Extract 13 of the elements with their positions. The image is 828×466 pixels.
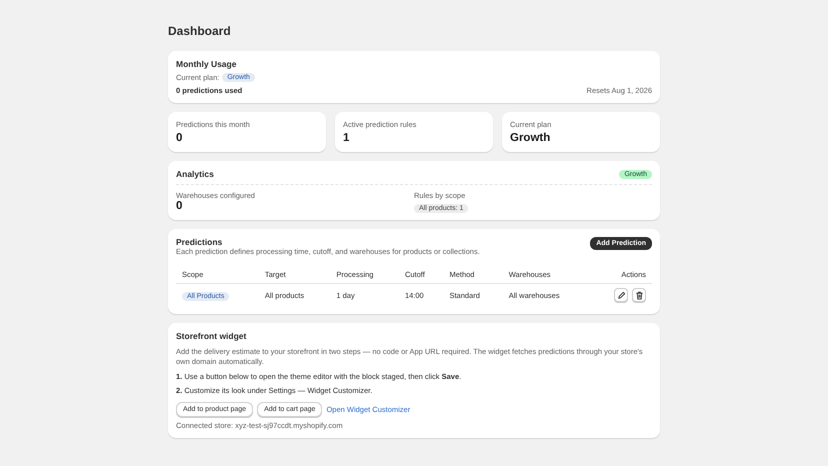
stat-value: Growth [510, 132, 552, 144]
page-title: Dashboard [168, 24, 232, 38]
trash-icon [634, 290, 644, 300]
metric-value: 0 [176, 200, 184, 212]
stat-value: 0 [176, 132, 184, 144]
edit-button[interactable] [614, 288, 628, 302]
card-title: Monthly Usage [176, 59, 238, 69]
card-title: Predictions [176, 237, 224, 247]
pencil-icon [616, 290, 626, 300]
stat-value: 1 [343, 132, 350, 144]
delete-button[interactable] [632, 288, 646, 302]
card-title: Storefront widget [176, 331, 248, 341]
card-title: Analytics [176, 169, 214, 179]
